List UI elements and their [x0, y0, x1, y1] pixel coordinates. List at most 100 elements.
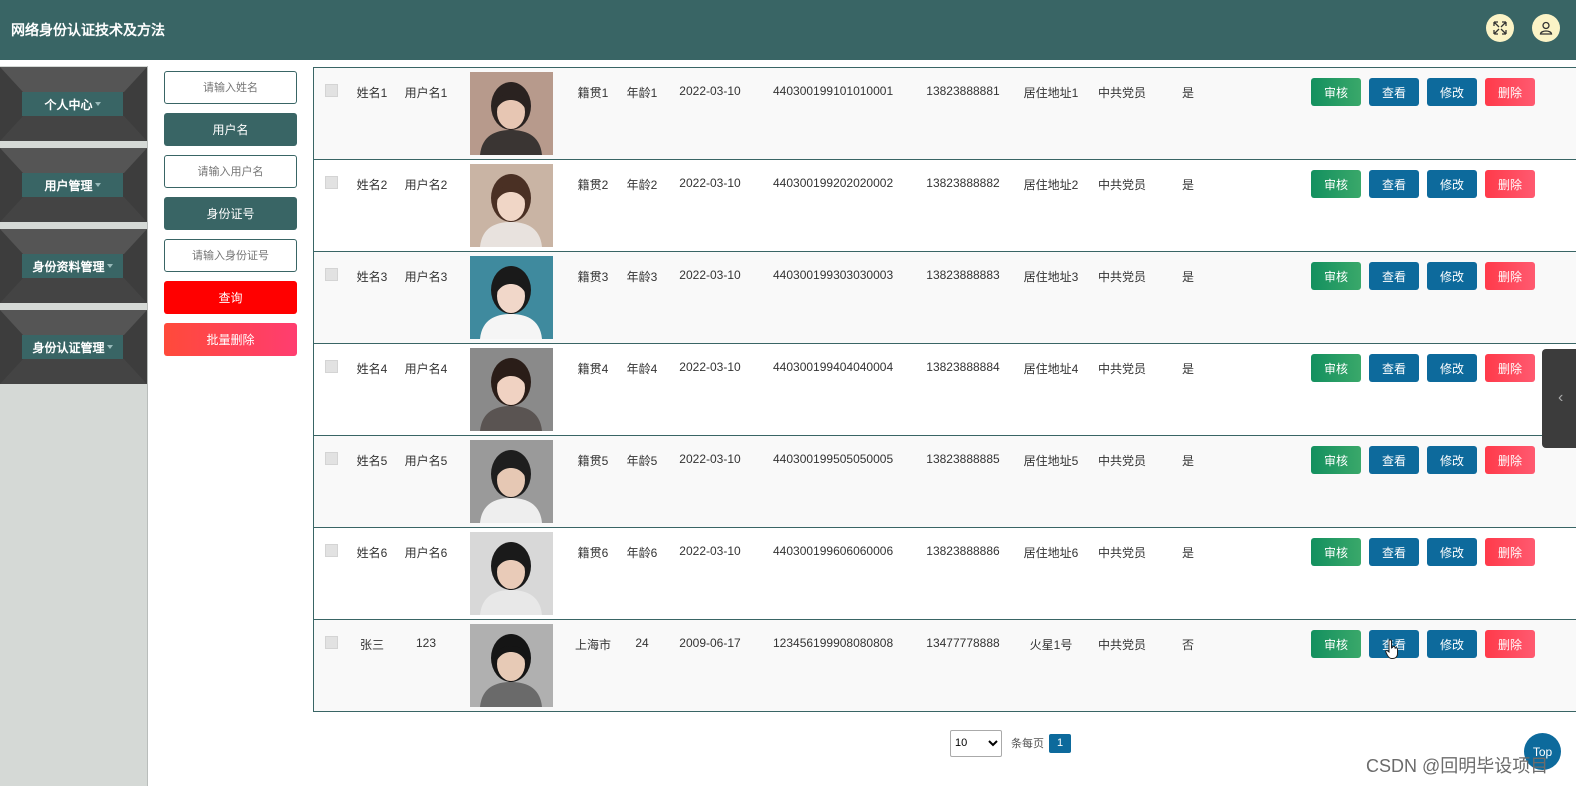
cell-username: 用户名6	[404, 546, 448, 560]
portrait-image	[470, 348, 553, 431]
view-button[interactable]: 查看	[1369, 78, 1419, 106]
username-search-input[interactable]	[164, 155, 297, 188]
user-icon	[1539, 21, 1553, 35]
delete-button[interactable]: 删除	[1485, 262, 1535, 290]
user-photo	[470, 532, 553, 615]
query-button[interactable]: 查询	[164, 281, 297, 314]
cell-flag: 是	[1181, 178, 1194, 192]
delete-button[interactable]: 删除	[1485, 446, 1535, 474]
cell-date: 2009-06-17	[679, 636, 741, 650]
user-menu-button[interactable]	[1532, 14, 1560, 42]
table-row: 姓名6 用户名6 籍贯6 年龄6 2022-03-10 44030019960606000…	[314, 528, 1576, 620]
user-photo	[470, 440, 553, 523]
audit-button[interactable]: 审核	[1311, 630, 1361, 658]
edit-button[interactable]: 修改	[1427, 170, 1477, 198]
delete-button[interactable]: 删除	[1485, 354, 1535, 382]
fullscreen-button[interactable]	[1486, 14, 1514, 42]
page-size-select[interactable]: 10	[950, 729, 1002, 757]
cell-idcard: 440300199505050005	[773, 452, 894, 466]
user-photo	[470, 624, 553, 707]
table-row: 姓名4 用户名4 籍贯4 年龄4 2022-03-10 44030019940404000…	[314, 344, 1576, 436]
portrait-image	[470, 164, 553, 247]
sidebar-item-label: 个人中心	[22, 92, 123, 116]
audit-button[interactable]: 审核	[1311, 170, 1361, 198]
sidebar-item-identity-data[interactable]: 身份资料管理	[0, 229, 147, 303]
portrait-image	[470, 440, 553, 523]
cell-idcard: 440300199303030003	[773, 268, 894, 282]
hand-cursor-icon	[1385, 639, 1398, 659]
audit-button[interactable]: 审核	[1311, 538, 1361, 566]
edit-button[interactable]: 修改	[1427, 78, 1477, 106]
page-number-1[interactable]: 1	[1049, 733, 1071, 753]
cell-flag: 是	[1181, 546, 1194, 560]
portrait-image	[470, 256, 553, 339]
chevron-left-icon: ‹	[1558, 389, 1564, 406]
edit-button[interactable]: 修改	[1427, 446, 1477, 474]
table-row: 张三 123 上海市 24 2009-06-17 123456199908080808 13…	[314, 620, 1576, 712]
cell-date: 2022-03-10	[679, 176, 741, 190]
batch-delete-button[interactable]: 批量删除	[164, 323, 297, 356]
audit-button[interactable]: 审核	[1311, 78, 1361, 106]
cell-idcard: 440300199404040004	[773, 360, 894, 374]
view-button[interactable]: 查看	[1369, 446, 1419, 474]
sidebar-item-label: 身份认证管理	[22, 335, 123, 359]
data-table: 姓名1 用户名1 籍贯1 年龄1 2022-03-10 44030019910101000…	[313, 67, 1576, 712]
delete-button[interactable]: 删除	[1485, 170, 1535, 198]
edit-button[interactable]: 修改	[1427, 354, 1477, 382]
cell-username: 用户名1	[404, 86, 448, 100]
cell-flag: 是	[1181, 362, 1194, 376]
sidebar-item-label: 身份资料管理	[22, 254, 123, 278]
cell-username: 用户名5	[404, 454, 448, 468]
collapse-panel-tab[interactable]: ‹	[1542, 349, 1576, 448]
user-photo	[470, 256, 553, 339]
edit-button[interactable]: 修改	[1427, 538, 1477, 566]
app-title: 网络身份认证技术及方法	[11, 22, 165, 38]
edit-button[interactable]: 修改	[1427, 262, 1477, 290]
audit-button[interactable]: 审核	[1311, 354, 1361, 382]
audit-button[interactable]: 审核	[1311, 262, 1361, 290]
name-search-input[interactable]	[164, 71, 297, 104]
chevron-down-icon	[106, 345, 113, 349]
audit-button[interactable]: 审核	[1311, 446, 1361, 474]
cell-username: 123	[415, 636, 437, 650]
cell-date: 2022-03-10	[679, 84, 741, 98]
sidebar-item-personal-center[interactable]: 个人中心	[0, 67, 147, 141]
cell-flag: 是	[1181, 86, 1194, 100]
portrait-image	[470, 532, 553, 615]
view-button[interactable]: 查看	[1369, 262, 1419, 290]
table-row: 姓名1 用户名1 籍贯1 年龄1 2022-03-10 44030019910101000…	[314, 68, 1576, 160]
cell-idcard: 440300199202020002	[773, 176, 894, 190]
view-button[interactable]: 查看	[1369, 170, 1419, 198]
cell-date: 2022-03-10	[679, 544, 741, 558]
delete-button[interactable]: 删除	[1485, 538, 1535, 566]
chevron-down-icon	[106, 264, 113, 268]
cell-idcard: 123456199908080808	[773, 636, 894, 650]
chevron-down-icon	[94, 102, 101, 106]
edit-button[interactable]: 修改	[1427, 630, 1477, 658]
sidebar-gap	[0, 60, 148, 66]
idcard-label: 身份证号	[164, 197, 297, 230]
user-photo	[470, 164, 553, 247]
sidebar: 个人中心 用户管理 身份资料管理 身份认证管理	[0, 60, 148, 786]
cell-username: 用户名4	[404, 362, 448, 376]
chevron-down-icon	[94, 183, 101, 187]
cell-flag: 是	[1181, 270, 1194, 284]
view-button[interactable]: 查看	[1369, 538, 1419, 566]
table-row: 姓名3 用户名3 籍贯3 年龄3 2022-03-10 44030019930303000…	[314, 252, 1576, 344]
table-row: 姓名5 用户名5 籍贯5 年龄5 2022-03-10 44030019950505000…	[314, 436, 1576, 528]
per-page-label: 条每页	[1011, 738, 1044, 750]
delete-button[interactable]: 删除	[1485, 78, 1535, 106]
user-photo	[470, 348, 553, 431]
watermark: CSDN @回明毕设项目	[1366, 756, 1549, 776]
cell-date: 2022-03-10	[679, 452, 741, 466]
cell-username: 用户名2	[404, 178, 448, 192]
cell-idcard: 440300199606060006	[773, 544, 894, 558]
cell-username: 用户名3	[404, 270, 448, 284]
sidebar-item-user-management[interactable]: 用户管理	[0, 148, 147, 222]
cell-idcard: 440300199101010001	[773, 84, 894, 98]
idcard-search-input[interactable]	[164, 239, 297, 272]
delete-button[interactable]: 删除	[1485, 630, 1535, 658]
sidebar-item-identity-auth[interactable]: 身份认证管理	[0, 310, 147, 384]
cell-date: 2022-03-10	[679, 268, 741, 282]
view-button[interactable]: 查看	[1369, 354, 1419, 382]
